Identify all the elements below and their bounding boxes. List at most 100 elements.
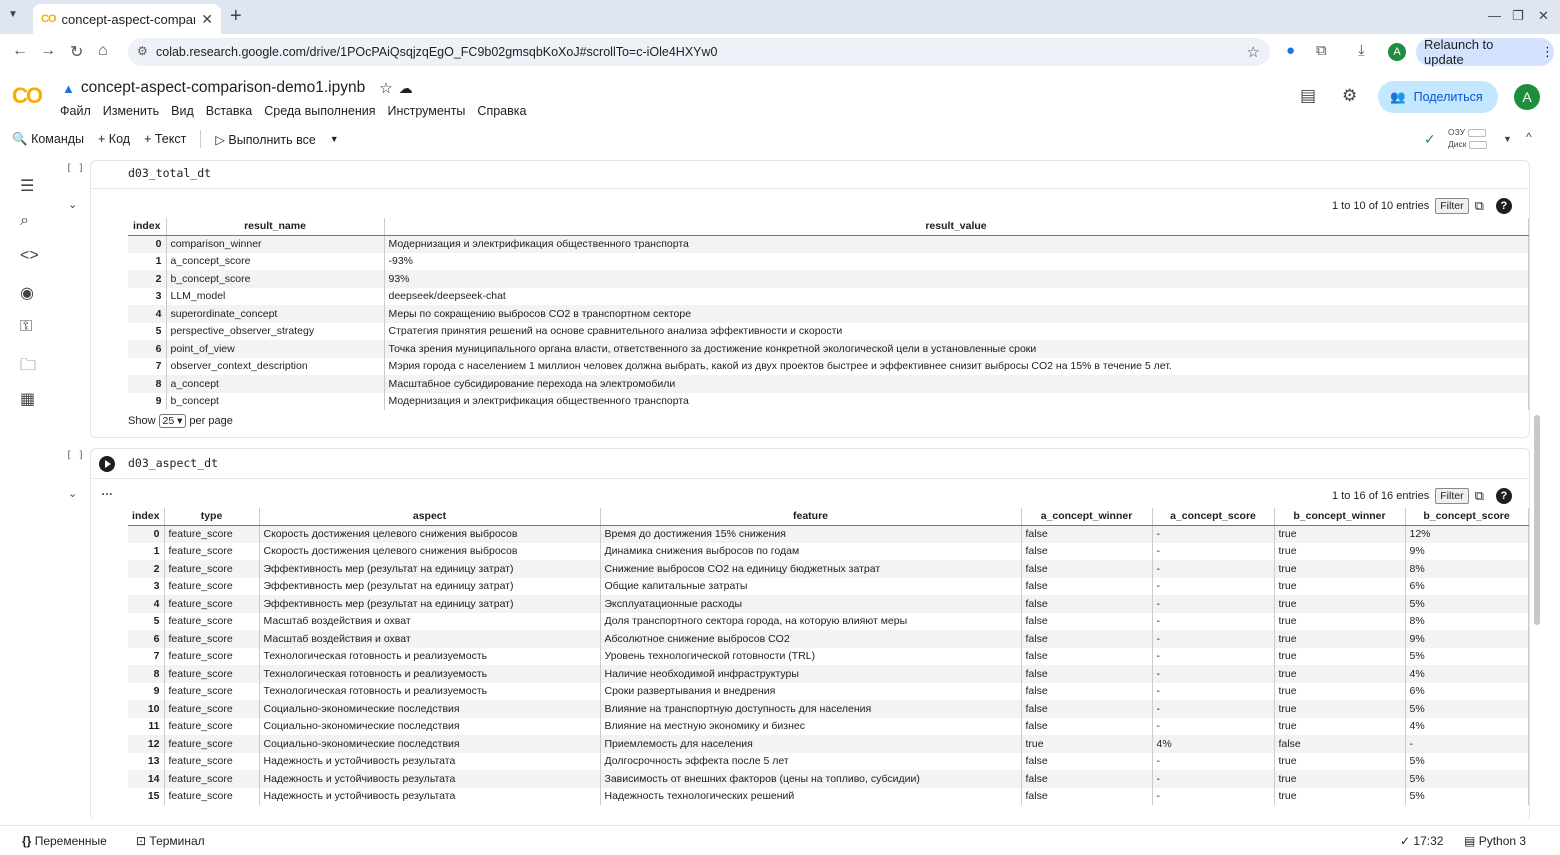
column-header[interactable]: aspect	[259, 508, 601, 526]
table-cell: 5%	[1405, 770, 1529, 788]
resources-indicator[interactable]: ОЗУ Диск	[1448, 126, 1488, 150]
reload-icon[interactable]: ↻	[70, 42, 83, 62]
table-cell: feature_score	[164, 525, 260, 543]
menu-edit[interactable]: Изменить	[103, 104, 159, 118]
column-header[interactable]: a_concept_score	[1152, 508, 1275, 526]
menu-runtime[interactable]: Среда выполнения	[264, 104, 375, 118]
relaunch-button[interactable]: Relaunch to update ⋮	[1416, 37, 1554, 67]
table-cell: false	[1021, 665, 1153, 683]
table-row: 4 superordinate_concept Меры по сокращению…	[128, 305, 1529, 323]
cell-2-code[interactable]: d03_aspect_dt	[128, 456, 218, 470]
cell-1-output-collapse-icon[interactable]: ⌄	[68, 198, 77, 211]
help-icon[interactable]: ?	[1495, 488, 1512, 504]
table-row: 3 feature_score Эффективность мер (результ…	[128, 577, 1529, 595]
commands-button[interactable]: 🔍 Команды	[12, 132, 84, 147]
table-cell: false	[1021, 682, 1153, 700]
close-icon[interactable]: ✕	[201, 11, 213, 28]
find-replace-icon[interactable]: ⌕	[20, 212, 29, 230]
code-snippets-icon[interactable]: <>	[20, 247, 39, 265]
copy-icon[interactable]: ⧉	[1475, 488, 1484, 504]
variables-eye-icon[interactable]: ◉	[20, 283, 34, 303]
share-button[interactable]: 👥 Поделиться	[1378, 81, 1498, 113]
variables-button[interactable]: {} Переменные	[22, 834, 107, 848]
execution-status[interactable]: ✓ 17:32	[1400, 834, 1443, 848]
cell-2-filter-button[interactable]: Filter	[1435, 488, 1469, 504]
data-table-icon[interactable]: ▦	[20, 389, 35, 409]
menu-insert[interactable]: Вставка	[206, 104, 252, 118]
notebook-title[interactable]: concept-aspect-comparison-demo1.ipynb	[81, 79, 365, 97]
star-icon[interactable]: ☆	[379, 79, 392, 97]
site-settings-icon[interactable]: ⚙	[137, 44, 148, 58]
runtime-type[interactable]: ▤ Python 3	[1464, 834, 1526, 848]
back-arrow-icon[interactable]: ←	[12, 42, 28, 60]
files-folder-icon[interactable]: 🗀	[20, 354, 36, 381]
account-avatar[interactable]: A	[1514, 84, 1540, 110]
table-cell: 8%	[1405, 560, 1529, 578]
table-cell: 8	[128, 665, 165, 683]
home-icon[interactable]: ⌂	[98, 42, 108, 60]
table-cell: -	[1152, 717, 1275, 735]
column-header[interactable]: result_name	[166, 218, 385, 236]
cell-2-output-collapse-icon[interactable]: ⌄	[68, 487, 77, 500]
table-of-contents-icon[interactable]: ☰	[20, 176, 34, 196]
runtime-dropdown-icon[interactable]: ▼	[1503, 134, 1512, 144]
output-actions-more-icon[interactable]: …	[101, 484, 113, 498]
cell-1-filter-button[interactable]: Filter	[1435, 198, 1469, 214]
table-cell: Влияние на транспортную доступность для …	[600, 700, 1022, 718]
table-cell: -	[1152, 752, 1275, 770]
terminal-button[interactable]: ⊡ Терминал	[136, 834, 205, 848]
add-text-button[interactable]: + Текст	[144, 132, 186, 146]
extension-globe-icon[interactable]: ●	[1286, 42, 1295, 59]
column-header[interactable]: b_concept_winner	[1274, 508, 1406, 526]
settings-gear-icon[interactable]: ⚙	[1342, 86, 1357, 106]
collapse-header-icon[interactable]: ^	[1526, 130, 1532, 144]
column-header[interactable]: index	[128, 218, 167, 236]
minimize-icon[interactable]: —	[1488, 8, 1501, 23]
table-cell: feature_score	[164, 787, 260, 805]
menu-tools[interactable]: Инструменты	[387, 104, 465, 118]
download-icon[interactable]: ⤓	[1358, 42, 1365, 59]
window-close-icon[interactable]: ✕	[1538, 8, 1549, 24]
comments-icon[interactable]: ▤	[1300, 86, 1316, 106]
bookmark-star-icon[interactable]: ☆	[1247, 43, 1260, 61]
cell-2-exec-count: [ ]	[66, 450, 85, 461]
column-header[interactable]: index	[128, 508, 165, 526]
menu-view[interactable]: Вид	[171, 104, 194, 118]
per-page-select[interactable]: 25 ▾	[158, 414, 187, 428]
table-cell: -	[1152, 595, 1275, 613]
restore-icon[interactable]: ❐	[1512, 8, 1524, 24]
run-all-dropdown-icon[interactable]: ▼	[330, 134, 339, 144]
run-cell-button[interactable]	[99, 456, 115, 472]
extensions-puzzle-icon[interactable]: ⧉	[1316, 42, 1327, 59]
table-cell: feature_score	[164, 752, 260, 770]
cloud-icon[interactable]: ☁	[399, 80, 413, 97]
colab-logo[interactable]: CO	[12, 83, 43, 109]
secrets-key-icon[interactable]: ⚿	[20, 318, 32, 336]
column-header[interactable]: a_concept_winner	[1021, 508, 1153, 526]
add-code-button[interactable]: + Код	[98, 132, 130, 146]
table-cell: superordinate_concept	[166, 305, 385, 323]
menu-help[interactable]: Справка	[477, 104, 526, 118]
notebook-scrollbar[interactable]	[1534, 415, 1540, 625]
new-tab-plus-icon[interactable]: +	[230, 5, 242, 28]
table-cell: Общие капитальные затраты	[600, 577, 1022, 595]
address-bar[interactable]: ⚙ colab.research.google.com/drive/1POcPA…	[128, 38, 1270, 66]
run-all-button[interactable]: ▷ Выполнить все	[215, 132, 315, 147]
table-cell: -	[1152, 630, 1275, 648]
column-header[interactable]: feature	[600, 508, 1022, 526]
table-cell: -	[1152, 525, 1275, 543]
menu-file[interactable]: Файл	[60, 104, 91, 118]
browser-tab[interactable]: CO concept-aspect-compari ✕	[33, 4, 221, 34]
column-header[interactable]: b_concept_score	[1405, 508, 1529, 526]
copy-icon[interactable]: ⧉	[1475, 198, 1484, 214]
profile-avatar[interactable]: A	[1388, 43, 1406, 61]
column-header[interactable]: result_value	[384, 218, 1529, 236]
disk-bar	[1469, 140, 1488, 149]
tab-search-chevron-icon[interactable]: ▼	[8, 9, 18, 20]
cell-1-code[interactable]: d03_total_dt	[128, 166, 211, 180]
column-header[interactable]: type	[164, 508, 260, 526]
help-icon[interactable]: ?	[1495, 198, 1512, 214]
table-cell: true	[1274, 560, 1406, 578]
table-cell: 6%	[1405, 682, 1529, 700]
forward-arrow-icon[interactable]: →	[40, 42, 56, 60]
